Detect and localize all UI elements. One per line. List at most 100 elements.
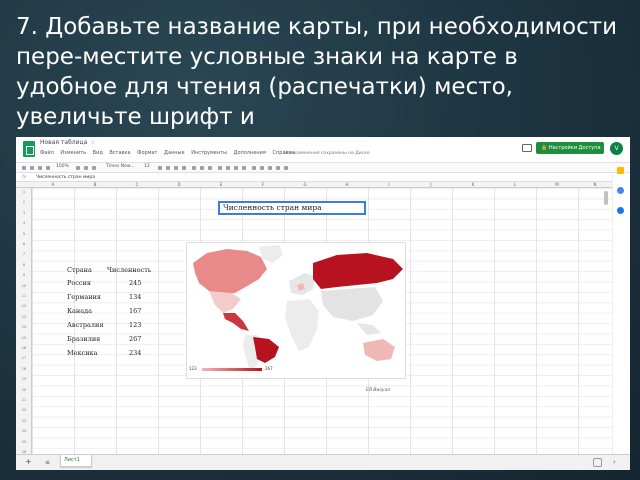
row-header[interactable]: 18 [16,367,32,371]
italic-icon[interactable] [166,166,170,170]
sheets-logo-icon[interactable] [23,141,35,157]
star-icon[interactable]: ☆ [90,139,95,146]
row-header[interactable]: 8 [16,263,32,267]
decimal-icon[interactable] [92,166,96,170]
sidebar-toggle-icon[interactable]: › [613,458,616,466]
row-header[interactable]: 17 [16,356,32,360]
row-header[interactable]: 10 [16,284,32,288]
row-header[interactable]: 22 [16,408,32,412]
row-header[interactable]: 3 [16,211,32,215]
column-header[interactable]: J [410,182,452,187]
table-header-population[interactable]: Численность [107,266,151,274]
all-sheets-menu-icon[interactable]: ≡ [45,459,50,466]
add-sheet-button[interactable]: + [25,458,32,466]
align-icon[interactable] [218,166,222,170]
functions-icon[interactable] [284,166,288,170]
row-header[interactable]: 1 [16,190,32,194]
undo-icon[interactable] [22,166,26,170]
menu-insert[interactable]: Вставка [109,150,130,156]
column-header[interactable]: F [242,182,284,187]
column-header[interactable]: B [74,182,116,187]
column-header[interactable]: C [116,182,158,187]
column-header[interactable]: A [32,182,74,187]
table-cell-value[interactable]: 267 [129,335,141,343]
column-header[interactable]: M [536,182,578,187]
menu-addons[interactable]: Дополнения [234,150,266,156]
table-header-country[interactable]: Страна [67,266,92,274]
row-header[interactable]: 23 [16,419,32,423]
scrollbar-thumb[interactable] [604,191,608,205]
column-header[interactable]: G [284,182,326,187]
font-select[interactable]: Times New... [106,164,134,169]
row-header[interactable]: 4 [16,221,32,225]
row-header[interactable]: 11 [16,294,32,298]
row-header[interactable]: 5 [16,232,32,236]
link-icon[interactable] [252,166,256,170]
table-cell-country[interactable]: Германия [67,293,101,301]
rotate-icon[interactable] [242,166,246,170]
table-cell-country[interactable]: Россия [67,279,91,287]
sheet-tab[interactable]: Лист1 [60,455,92,467]
row-header[interactable]: 25 [16,440,32,444]
row-header[interactable]: 7 [16,252,32,256]
table-cell-country[interactable]: Австралия [67,321,103,329]
column-header[interactable]: I [368,182,410,187]
row-header[interactable]: 13 [16,315,32,319]
table-cell-country[interactable]: Бразилия [67,335,100,343]
explore-icon[interactable] [593,458,602,467]
geo-chart[interactable]: 123 267 [186,242,406,379]
tasks-icon[interactable] [617,187,624,194]
row-header[interactable]: 21 [16,398,32,402]
user-avatar[interactable]: V [610,142,623,155]
row-header[interactable]: 9 [16,273,32,277]
chart-insert-icon[interactable] [268,166,272,170]
formula-bar[interactable]: fx Численность стран мира [16,174,612,182]
wrap-icon[interactable] [234,166,238,170]
menu-tools[interactable]: Инструменты [191,150,227,156]
fill-color-icon[interactable] [192,166,196,170]
row-header[interactable]: 19 [16,377,32,381]
font-size-select[interactable]: 12 [144,164,150,169]
paint-format-icon[interactable] [46,166,50,170]
row-header[interactable]: 20 [16,388,32,392]
formula-content[interactable]: Численность стран мира [36,175,95,180]
row-header[interactable]: 15 [16,336,32,340]
menu-view[interactable]: Вид [93,150,103,156]
menu-format[interactable]: Формат [137,150,157,156]
comments-icon[interactable] [522,144,532,152]
percent-icon[interactable] [84,166,88,170]
table-cell-value[interactable]: 134 [129,293,141,301]
print-icon[interactable] [38,166,42,170]
borders-icon[interactable] [200,166,204,170]
menu-edit[interactable]: Изменить [60,150,86,156]
keep-icon[interactable] [617,167,624,174]
spreadsheet-grid[interactable]: A B C D E F G H I J K L M N 1 2 3 4 5 6 … [16,182,612,454]
document-title[interactable]: Новая таблица ☆ [40,139,96,146]
filter-icon[interactable] [276,166,280,170]
valign-icon[interactable] [226,166,230,170]
menu-file[interactable]: Файл [40,150,54,156]
bold-icon[interactable] [158,166,162,170]
table-cell-country[interactable]: Канада [67,307,92,315]
row-header[interactable]: 16 [16,346,32,350]
column-header[interactable]: N [578,182,612,187]
row-header[interactable]: 6 [16,242,32,246]
redo-icon[interactable] [30,166,34,170]
chart-title-textbox[interactable]: Численность стран мира [218,201,366,215]
comment-insert-icon[interactable] [260,166,264,170]
table-cell-value[interactable]: 123 [129,321,141,329]
row-header[interactable]: 14 [16,325,32,329]
table-cell-value[interactable]: 167 [129,307,141,315]
column-header[interactable]: L [494,182,536,187]
text-color-icon[interactable] [182,166,186,170]
table-cell-country[interactable]: Мексика [67,349,97,357]
column-header[interactable]: H [326,182,368,187]
zoom-select[interactable]: 100% [56,164,69,169]
merge-icon[interactable] [208,166,212,170]
column-header[interactable]: E [200,182,242,187]
strikethrough-icon[interactable] [174,166,178,170]
table-cell-value[interactable]: 234 [129,349,141,357]
row-header[interactable]: 12 [16,304,32,308]
row-header[interactable]: 2 [16,200,32,204]
column-header[interactable]: K [452,182,494,187]
